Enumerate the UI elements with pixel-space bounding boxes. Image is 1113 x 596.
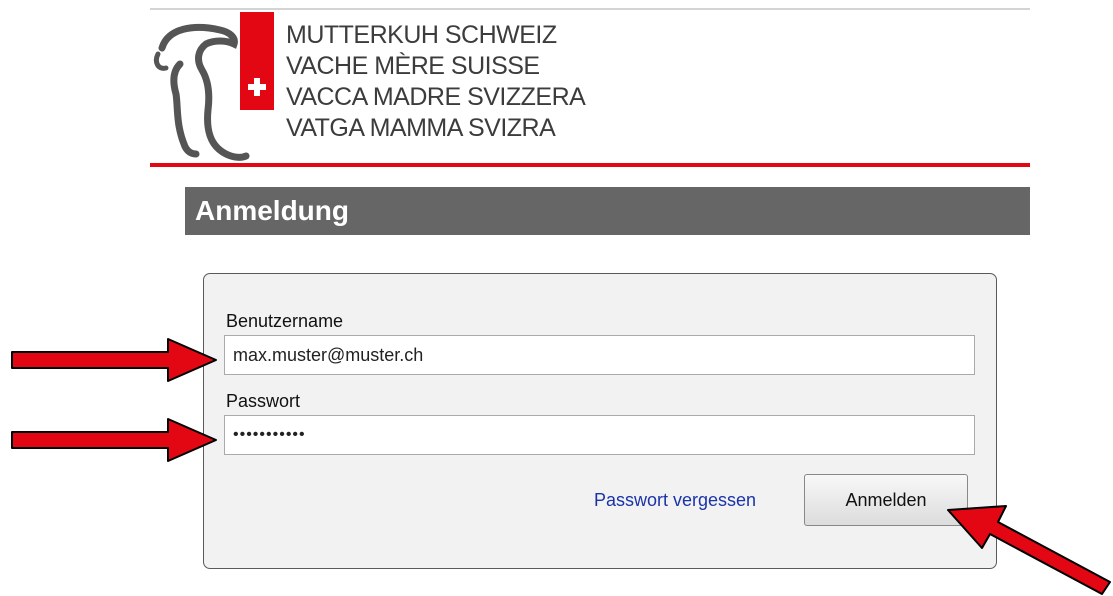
org-name-french: VACHE MÈRE SUISSE — [286, 52, 540, 80]
login-form: Benutzername Passwort Passwort vergessen… — [203, 273, 997, 569]
page-title: Anmeldung — [195, 195, 349, 226]
organization-names: MUTTERKUH SCHWEIZ VACHE MÈRE SUISSE VACC… — [286, 20, 586, 144]
arrow-to-password-icon — [11, 418, 217, 462]
top-divider — [150, 8, 1030, 10]
swiss-cross-icon — [248, 78, 266, 96]
arrow-to-login-button-icon — [947, 505, 1111, 595]
arrow-to-username-icon — [11, 338, 217, 382]
org-name-romansh: VATGA MAMMA SVIZRA — [286, 114, 556, 142]
org-name-italian: VACCA MADRE SVIZZERA — [286, 83, 586, 111]
username-label: Benutzername — [226, 311, 344, 331]
header-red-divider — [150, 163, 1030, 167]
page-title-bar: Anmeldung — [185, 187, 1030, 235]
password-input[interactable] — [224, 415, 975, 455]
password-label: Passwort — [226, 391, 301, 411]
username-input[interactable] — [224, 335, 975, 375]
forgot-password-link[interactable]: Passwort vergessen — [594, 490, 756, 511]
org-name-german: MUTTERKUH SCHWEIZ — [286, 21, 557, 49]
cow-logo-icon — [153, 24, 250, 161]
swiss-flag-logo — [240, 12, 274, 110]
